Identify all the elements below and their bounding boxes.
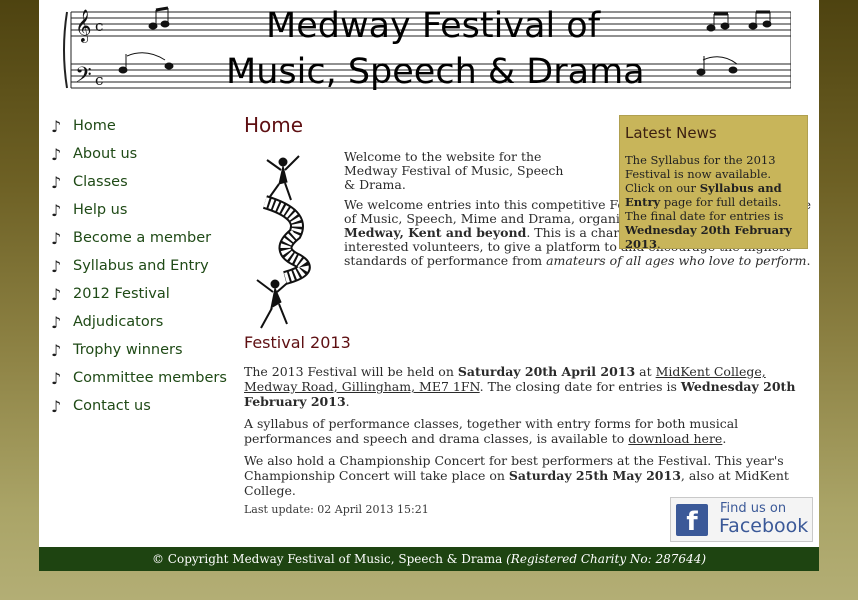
- svg-text:c: c: [95, 17, 103, 35]
- facebook-icon: f: [676, 504, 708, 537]
- news-emphasis: Wednesday 20th February 2013: [625, 223, 792, 251]
- music-note-icon: ♪: [51, 228, 62, 248]
- music-note-icon: ♪: [51, 144, 62, 164]
- festival-text: .: [345, 394, 350, 409]
- music-note-icon: ♪: [51, 396, 62, 416]
- sidebar-nav: ♪ Home ♪ About us ♪ Classes ♪ Help us ♪ Becom…: [51, 112, 241, 420]
- nav-item-adjudicators[interactable]: ♪ Adjudicators: [51, 308, 241, 336]
- news-text: .: [657, 237, 661, 251]
- nav-item-contact-us[interactable]: ♪ Contact us: [51, 392, 241, 420]
- svg-text:c: c: [95, 71, 103, 89]
- nav-item-label: Help us: [73, 202, 128, 218]
- facebook-line1: Find us on: [720, 501, 787, 516]
- music-note-icon: ♪: [51, 284, 62, 304]
- music-note-icon: ♪: [51, 200, 62, 220]
- concert-date: Saturday 25th May 2013: [508, 468, 681, 483]
- nav-item-label: Committee members: [73, 370, 227, 386]
- page-container: 𝄞 𝄢 c c Medway Festival of Music, Speech…: [39, 0, 819, 571]
- nav-item-label: Classes: [73, 174, 128, 190]
- facebook-badge[interactable]: f Find us on Facebook: [670, 497, 813, 542]
- copyright-text: © Copyright Medway Festival of Music, Sp…: [151, 552, 507, 566]
- nav-item-label: Home: [73, 118, 116, 134]
- charity-number: (Registered Charity No: 287644): [506, 552, 707, 566]
- facebook-line2: Facebook: [719, 515, 809, 537]
- nav-item-label: 2012 Festival: [73, 286, 170, 302]
- nav-item-label: Contact us: [73, 398, 151, 414]
- nav-item-classes[interactable]: ♪ Classes: [51, 168, 241, 196]
- festival-paragraph-1: The 2013 Festival will be held on Saturd…: [244, 364, 819, 409]
- music-note-icon: ♪: [51, 312, 62, 332]
- nav-item-syllabus-entry[interactable]: ♪ Syllabus and Entry: [51, 252, 241, 280]
- site-title-line2: Music, Speech & Drama: [226, 52, 645, 92]
- festival-paragraph-2: A syllabus of performance classes, toget…: [244, 416, 819, 446]
- footer-bar: © Copyright Medway Festival of Music, Sp…: [39, 547, 819, 571]
- intro-text-part: .: [806, 253, 811, 268]
- music-note-icon: ♪: [51, 116, 62, 136]
- music-note-icon: ♪: [51, 340, 62, 360]
- last-update: Last update: 02 April 2013 15:21: [244, 503, 429, 516]
- festival-text: .: [722, 431, 727, 446]
- site-title-line1: Medway Festival of: [266, 6, 601, 46]
- festival-text: at: [635, 364, 656, 379]
- nav-item-committee-members[interactable]: ♪ Committee members: [51, 364, 241, 392]
- festival-text: . The closing date for entries is: [479, 379, 681, 394]
- music-note-icon: ♪: [51, 256, 62, 276]
- svg-text:𝄞: 𝄞: [75, 9, 92, 43]
- nav-item-about-us[interactable]: ♪ About us: [51, 140, 241, 168]
- page-title: Home: [244, 113, 304, 137]
- nav-item-label: About us: [73, 146, 138, 162]
- nav-item-home[interactable]: ♪ Home: [51, 112, 241, 140]
- header-banner: 𝄞 𝄢 c c Medway Festival of Music, Speech…: [61, 4, 791, 98]
- latest-news-box: Latest News The Syllabus for the 2013 Fe…: [619, 115, 808, 251]
- nav-item-label: Become a member: [73, 230, 212, 246]
- music-note-icon: ♪: [51, 368, 62, 388]
- festival-date: Saturday 20th April 2013: [457, 364, 636, 379]
- svg-text:𝄢: 𝄢: [75, 63, 92, 93]
- festival-heading: Festival 2013: [244, 333, 351, 352]
- nav-item-label: Adjudicators: [73, 314, 164, 330]
- festival-text: The 2013 Festival will be held on: [244, 364, 458, 379]
- intro-italic: amateurs of all ages who love to perform: [546, 253, 807, 268]
- download-link[interactable]: download here: [628, 431, 722, 446]
- nav-item-2012-festival[interactable]: ♪ 2012 Festival: [51, 280, 241, 308]
- festival-paragraph-3: We also hold a Championship Concert for …: [244, 453, 819, 498]
- dancer-piano-illustration: [256, 155, 311, 329]
- nav-item-trophy-winners[interactable]: ♪ Trophy winners: [51, 336, 241, 364]
- latest-news-body: The Syllabus for the 2013 Festival is no…: [625, 153, 803, 251]
- nav-item-become-member[interactable]: ♪ Become a member: [51, 224, 241, 252]
- festival-section: The 2013 Festival will be held on Saturd…: [244, 364, 819, 505]
- music-note-icon: ♪: [51, 172, 62, 192]
- latest-news-heading: Latest News: [625, 124, 717, 142]
- nav-item-help-us[interactable]: ♪ Help us: [51, 196, 241, 224]
- nav-item-label: Trophy winners: [73, 342, 183, 358]
- intro-paragraph-1: Welcome to the website for the Medway Fe…: [344, 149, 564, 192]
- nav-item-label: Syllabus and Entry: [73, 258, 209, 274]
